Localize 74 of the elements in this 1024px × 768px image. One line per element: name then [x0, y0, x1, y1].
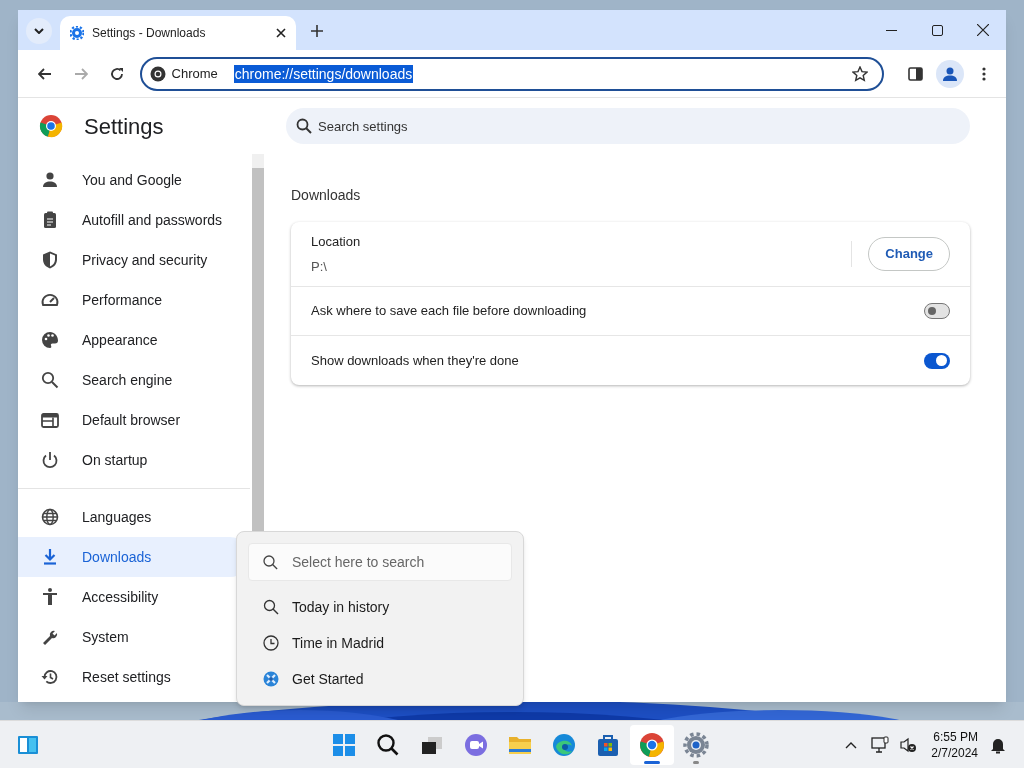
flyout-item[interactable]: Get Started	[248, 661, 512, 697]
sidebar-item[interactable]: Performance	[18, 280, 250, 320]
toggle-switch[interactable]	[924, 303, 950, 319]
muted-speaker-icon[interactable]	[899, 735, 918, 754]
toggle-label: Show downloads when they're done	[311, 351, 519, 370]
sidebar-item[interactable]: Search engine	[18, 360, 250, 400]
location-label: Location	[311, 232, 361, 251]
plus-icon	[311, 25, 323, 37]
clock-date[interactable]: 2/7/2024	[931, 744, 978, 761]
shield-icon	[40, 250, 60, 270]
scrollbar[interactable]	[252, 154, 264, 532]
search-icon	[296, 118, 312, 134]
search-icon	[40, 370, 60, 390]
back-arrow-icon	[37, 67, 52, 80]
search-icon	[375, 731, 401, 758]
reload-icon	[109, 66, 124, 81]
toggle-switch[interactable]	[924, 352, 950, 369]
address-bar[interactable]: Chrome chrome://settings/downloads	[139, 56, 885, 91]
start-icon	[331, 731, 357, 758]
power-icon	[40, 450, 60, 470]
clock-time[interactable]: 6:55 PM	[933, 728, 978, 745]
bookmark-star-icon[interactable]	[852, 65, 869, 82]
flyout-item[interactable]: Today in history	[248, 589, 512, 625]
search-field[interactable]: Search settings	[286, 108, 970, 144]
toggle-label: Ask where to save each file before downloading	[311, 302, 587, 321]
chat-icon	[463, 731, 489, 758]
sidebar-item[interactable]: On startup	[18, 440, 250, 480]
edge-icon	[551, 731, 577, 758]
minimize-icon	[885, 29, 897, 31]
profile-button[interactable]	[936, 59, 965, 88]
location-value: P:\	[311, 258, 328, 276]
palette-icon	[40, 330, 60, 350]
chrome-logo-icon	[149, 65, 166, 82]
history-icon	[40, 667, 60, 687]
sidebar-item[interactable]: Reset settings	[18, 657, 250, 697]
search-icon	[263, 599, 279, 615]
browser-tab[interactable]: Settings - Downloads	[60, 16, 296, 50]
person-icon	[40, 170, 60, 190]
sidebar-item[interactable]: System	[18, 617, 250, 657]
chevron-up-icon[interactable]	[845, 740, 858, 749]
chrome-logo-icon	[39, 114, 63, 138]
widgets-icon	[17, 734, 39, 755]
chrome-logo-icon	[639, 731, 665, 758]
section-heading: Downloads	[291, 186, 362, 205]
accessibility-icon	[40, 587, 60, 607]
flyout-item[interactable]: Time in Madrid	[248, 625, 512, 661]
gear-icon	[70, 26, 84, 40]
settings-title: Settings	[84, 112, 164, 141]
sidebar-item[interactable]: Appearance	[18, 320, 250, 360]
sidebar-item[interactable]: Languages	[18, 497, 250, 537]
clock-icon	[263, 635, 279, 651]
chevron-down-icon	[34, 28, 44, 34]
url-text[interactable]: chrome://settings/downloads	[233, 64, 414, 83]
menu-search-field[interactable]: Select here to search	[248, 543, 512, 581]
gear-icon	[683, 731, 709, 758]
globe-icon	[40, 507, 60, 527]
tab-search-button[interactable]	[26, 18, 52, 44]
more-vertical-icon	[982, 66, 987, 81]
search-icon	[263, 555, 278, 570]
maximize-icon	[931, 24, 943, 36]
close-tab-icon[interactable]	[276, 28, 286, 38]
sidebar-item[interactable]: Autofill and passwords	[18, 200, 250, 240]
sidebar-item[interactable]: You and Google	[18, 160, 250, 200]
close-icon	[977, 24, 989, 36]
forward-arrow-icon	[73, 67, 88, 80]
sidebar-item[interactable]: Privacy and security	[18, 240, 250, 280]
side-panel-icon	[907, 66, 923, 81]
sidebar-item[interactable]: Default browser	[18, 400, 250, 440]
site-chip[interactable]: Chrome	[171, 63, 218, 84]
tab-title: Settings - Downloads	[92, 25, 207, 42]
sidebar-item[interactable]: Accessibility	[18, 577, 250, 617]
network-icon[interactable]	[871, 735, 890, 754]
person-icon	[942, 66, 959, 81]
browser-window-icon	[40, 410, 60, 430]
